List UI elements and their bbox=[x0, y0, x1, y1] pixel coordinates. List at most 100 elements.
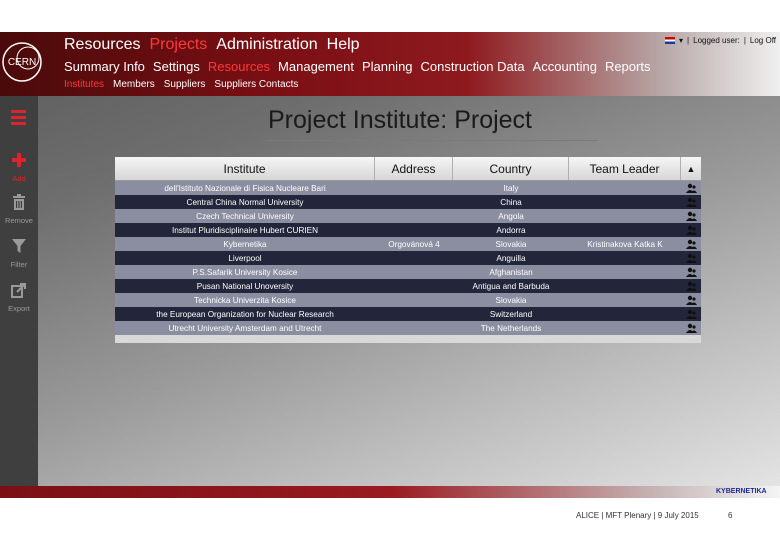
institute-cell: dell'Istituto Nazionale di Fisica Nuclea… bbox=[164, 183, 326, 193]
nav-secondary-planning[interactable]: Planning bbox=[362, 59, 413, 74]
team-leader-cell bbox=[569, 265, 681, 279]
address-cell bbox=[375, 321, 453, 335]
column-header-team-leader[interactable]: Team Leader bbox=[569, 157, 681, 180]
nav-primary-help[interactable]: Help bbox=[327, 36, 360, 54]
team-leader-cell bbox=[569, 195, 681, 209]
table-row[interactable]: Central China Normal University China bbox=[115, 195, 701, 209]
nav-primary-projects[interactable]: Projects bbox=[149, 36, 207, 54]
sidebar-item-label: Filter bbox=[10, 260, 28, 269]
table-row[interactable]: Czech Technical University Angola bbox=[115, 209, 701, 223]
institute-cell: Central China Normal University bbox=[186, 197, 304, 207]
sort-arrow-icon[interactable]: ▲ bbox=[681, 157, 701, 180]
table-row[interactable]: Liverpool Anguilla bbox=[115, 251, 701, 265]
table-row[interactable]: dell'Istituto Nazionale di Fisica Nuclea… bbox=[115, 181, 701, 195]
nav-secondary-resources[interactable]: Resources bbox=[208, 59, 270, 74]
institutes-table: Institute Address Country Team Leader ▲ … bbox=[115, 157, 701, 343]
address-cell bbox=[375, 279, 453, 293]
logo-text: CERN bbox=[8, 57, 36, 68]
nav-tertiary-members[interactable]: Members bbox=[113, 79, 155, 90]
footer-text: ALICE | MFT Plenary | 9 July 2015 bbox=[576, 511, 699, 520]
plus-icon bbox=[12, 153, 26, 167]
kybernetika-logo: KYBERNETIKA bbox=[716, 488, 767, 495]
team-leader-cell bbox=[569, 321, 681, 335]
table-header: Institute Address Country Team Leader ▲ bbox=[115, 157, 701, 181]
sidebar-item-export[interactable]: Export bbox=[0, 282, 38, 313]
nav-secondary-management[interactable]: Management bbox=[278, 59, 354, 74]
address-cell bbox=[375, 223, 453, 237]
institute-cell: P.S.Safarik University Kosice bbox=[192, 267, 298, 277]
user-bar: ▾ | Logged user: | Log Off bbox=[665, 36, 776, 45]
country-cell: Antigua and Barbuda bbox=[472, 281, 550, 291]
menu-icon[interactable] bbox=[11, 110, 26, 125]
members-icon[interactable] bbox=[681, 293, 701, 307]
nav-primary-administration[interactable]: Administration bbox=[216, 36, 317, 54]
column-header-institute[interactable]: Institute bbox=[115, 157, 375, 180]
members-icon[interactable] bbox=[681, 321, 701, 335]
address-cell bbox=[375, 293, 453, 307]
table-row[interactable]: Kybernetika Orgovánová 4 Slovakia Kristinak… bbox=[115, 237, 701, 251]
export-icon bbox=[11, 283, 26, 298]
country-cell: Andorra bbox=[496, 225, 526, 235]
language-flag-icon[interactable] bbox=[665, 37, 676, 44]
nav-secondary-settings[interactable]: Settings bbox=[153, 59, 200, 74]
nav-secondary-summary-info[interactable]: Summary Info bbox=[64, 59, 145, 74]
country-cell: Switzerland bbox=[489, 309, 533, 319]
nav-secondary-reports[interactable]: Reports bbox=[605, 59, 651, 74]
sidebar-item-remove[interactable]: Remove bbox=[0, 194, 38, 225]
nav-primary-resources[interactable]: Resources bbox=[64, 36, 140, 54]
separator: | bbox=[687, 36, 690, 45]
team-leader-cell bbox=[569, 293, 681, 307]
address-cell bbox=[375, 307, 453, 321]
language-dropdown[interactable]: ▾ bbox=[679, 36, 683, 45]
column-header-country[interactable]: Country bbox=[453, 157, 569, 180]
country-cell: The Netherlands bbox=[480, 323, 542, 333]
team-leader-cell bbox=[569, 251, 681, 265]
sidebar-item-label: Add bbox=[12, 174, 26, 183]
team-leader-cell: Kristinakova Katka K bbox=[587, 239, 663, 249]
page-number: 6 bbox=[728, 511, 733, 520]
team-leader-cell bbox=[569, 307, 681, 321]
table-footer bbox=[115, 335, 701, 343]
members-icon[interactable] bbox=[681, 195, 701, 209]
nav-secondary-accounting[interactable]: Accounting bbox=[533, 59, 597, 74]
table-body: dell'Istituto Nazionale di Fisica Nuclea… bbox=[115, 181, 701, 335]
members-icon[interactable] bbox=[681, 265, 701, 279]
team-leader-cell bbox=[569, 181, 681, 195]
title-divider bbox=[268, 140, 598, 141]
primary-nav: Resources Projects Administration Help bbox=[64, 36, 360, 54]
table-row[interactable]: Institut Pluridisciplinaire Hubert CURIE… bbox=[115, 223, 701, 237]
table-row[interactable]: Pusan National Unoversity Antigua and Bar… bbox=[115, 279, 701, 293]
members-icon[interactable] bbox=[681, 279, 701, 293]
table-row[interactable]: Technicka Univerzita Kosice Slovakia bbox=[115, 293, 701, 307]
nav-tertiary-institutes[interactable]: Institutes bbox=[64, 79, 104, 90]
members-icon[interactable] bbox=[681, 223, 701, 237]
sidebar-item-add[interactable]: Add bbox=[0, 152, 38, 183]
cern-logo[interactable]: CERN bbox=[0, 32, 48, 92]
members-icon[interactable] bbox=[681, 251, 701, 265]
institute-cell: Kybernetika bbox=[223, 239, 267, 249]
nav-tertiary-suppliers[interactable]: Suppliers bbox=[164, 79, 206, 90]
table-row[interactable]: P.S.Safarik University Kosice Afghanistan bbox=[115, 265, 701, 279]
nav-secondary-construction-data[interactable]: Construction Data bbox=[421, 59, 525, 74]
sidebar-item-filter[interactable]: Filter bbox=[0, 238, 38, 269]
country-cell: Slovakia bbox=[495, 239, 527, 249]
members-icon[interactable] bbox=[681, 237, 701, 251]
column-header-address[interactable]: Address bbox=[375, 157, 453, 180]
address-cell bbox=[375, 195, 453, 209]
secondary-nav: Summary Info Settings Resources Management P… bbox=[64, 59, 650, 74]
logoff-link[interactable]: Log Off bbox=[750, 36, 776, 45]
members-icon[interactable] bbox=[681, 209, 701, 223]
address-cell bbox=[375, 209, 453, 223]
address-cell: Orgovánová 4 bbox=[388, 239, 440, 249]
team-leader-cell bbox=[569, 279, 681, 293]
nav-tertiary-suppliers-contacts[interactable]: Suppliers Contacts bbox=[214, 79, 298, 90]
address-cell bbox=[375, 251, 453, 265]
country-cell: Italy bbox=[503, 183, 519, 193]
table-row[interactable]: Utrecht University Amsterdam and Utrecht… bbox=[115, 321, 701, 335]
top-header: CERN Resources Projects Administration Help… bbox=[0, 32, 780, 96]
members-icon[interactable] bbox=[681, 307, 701, 321]
institute-cell: Utrecht University Amsterdam and Utrecht bbox=[168, 323, 322, 333]
table-row[interactable]: the European Organization for Nuclear Re… bbox=[115, 307, 701, 321]
members-icon[interactable] bbox=[681, 181, 701, 195]
institute-cell: Institut Pluridisciplinaire Hubert CURIE… bbox=[171, 225, 319, 235]
